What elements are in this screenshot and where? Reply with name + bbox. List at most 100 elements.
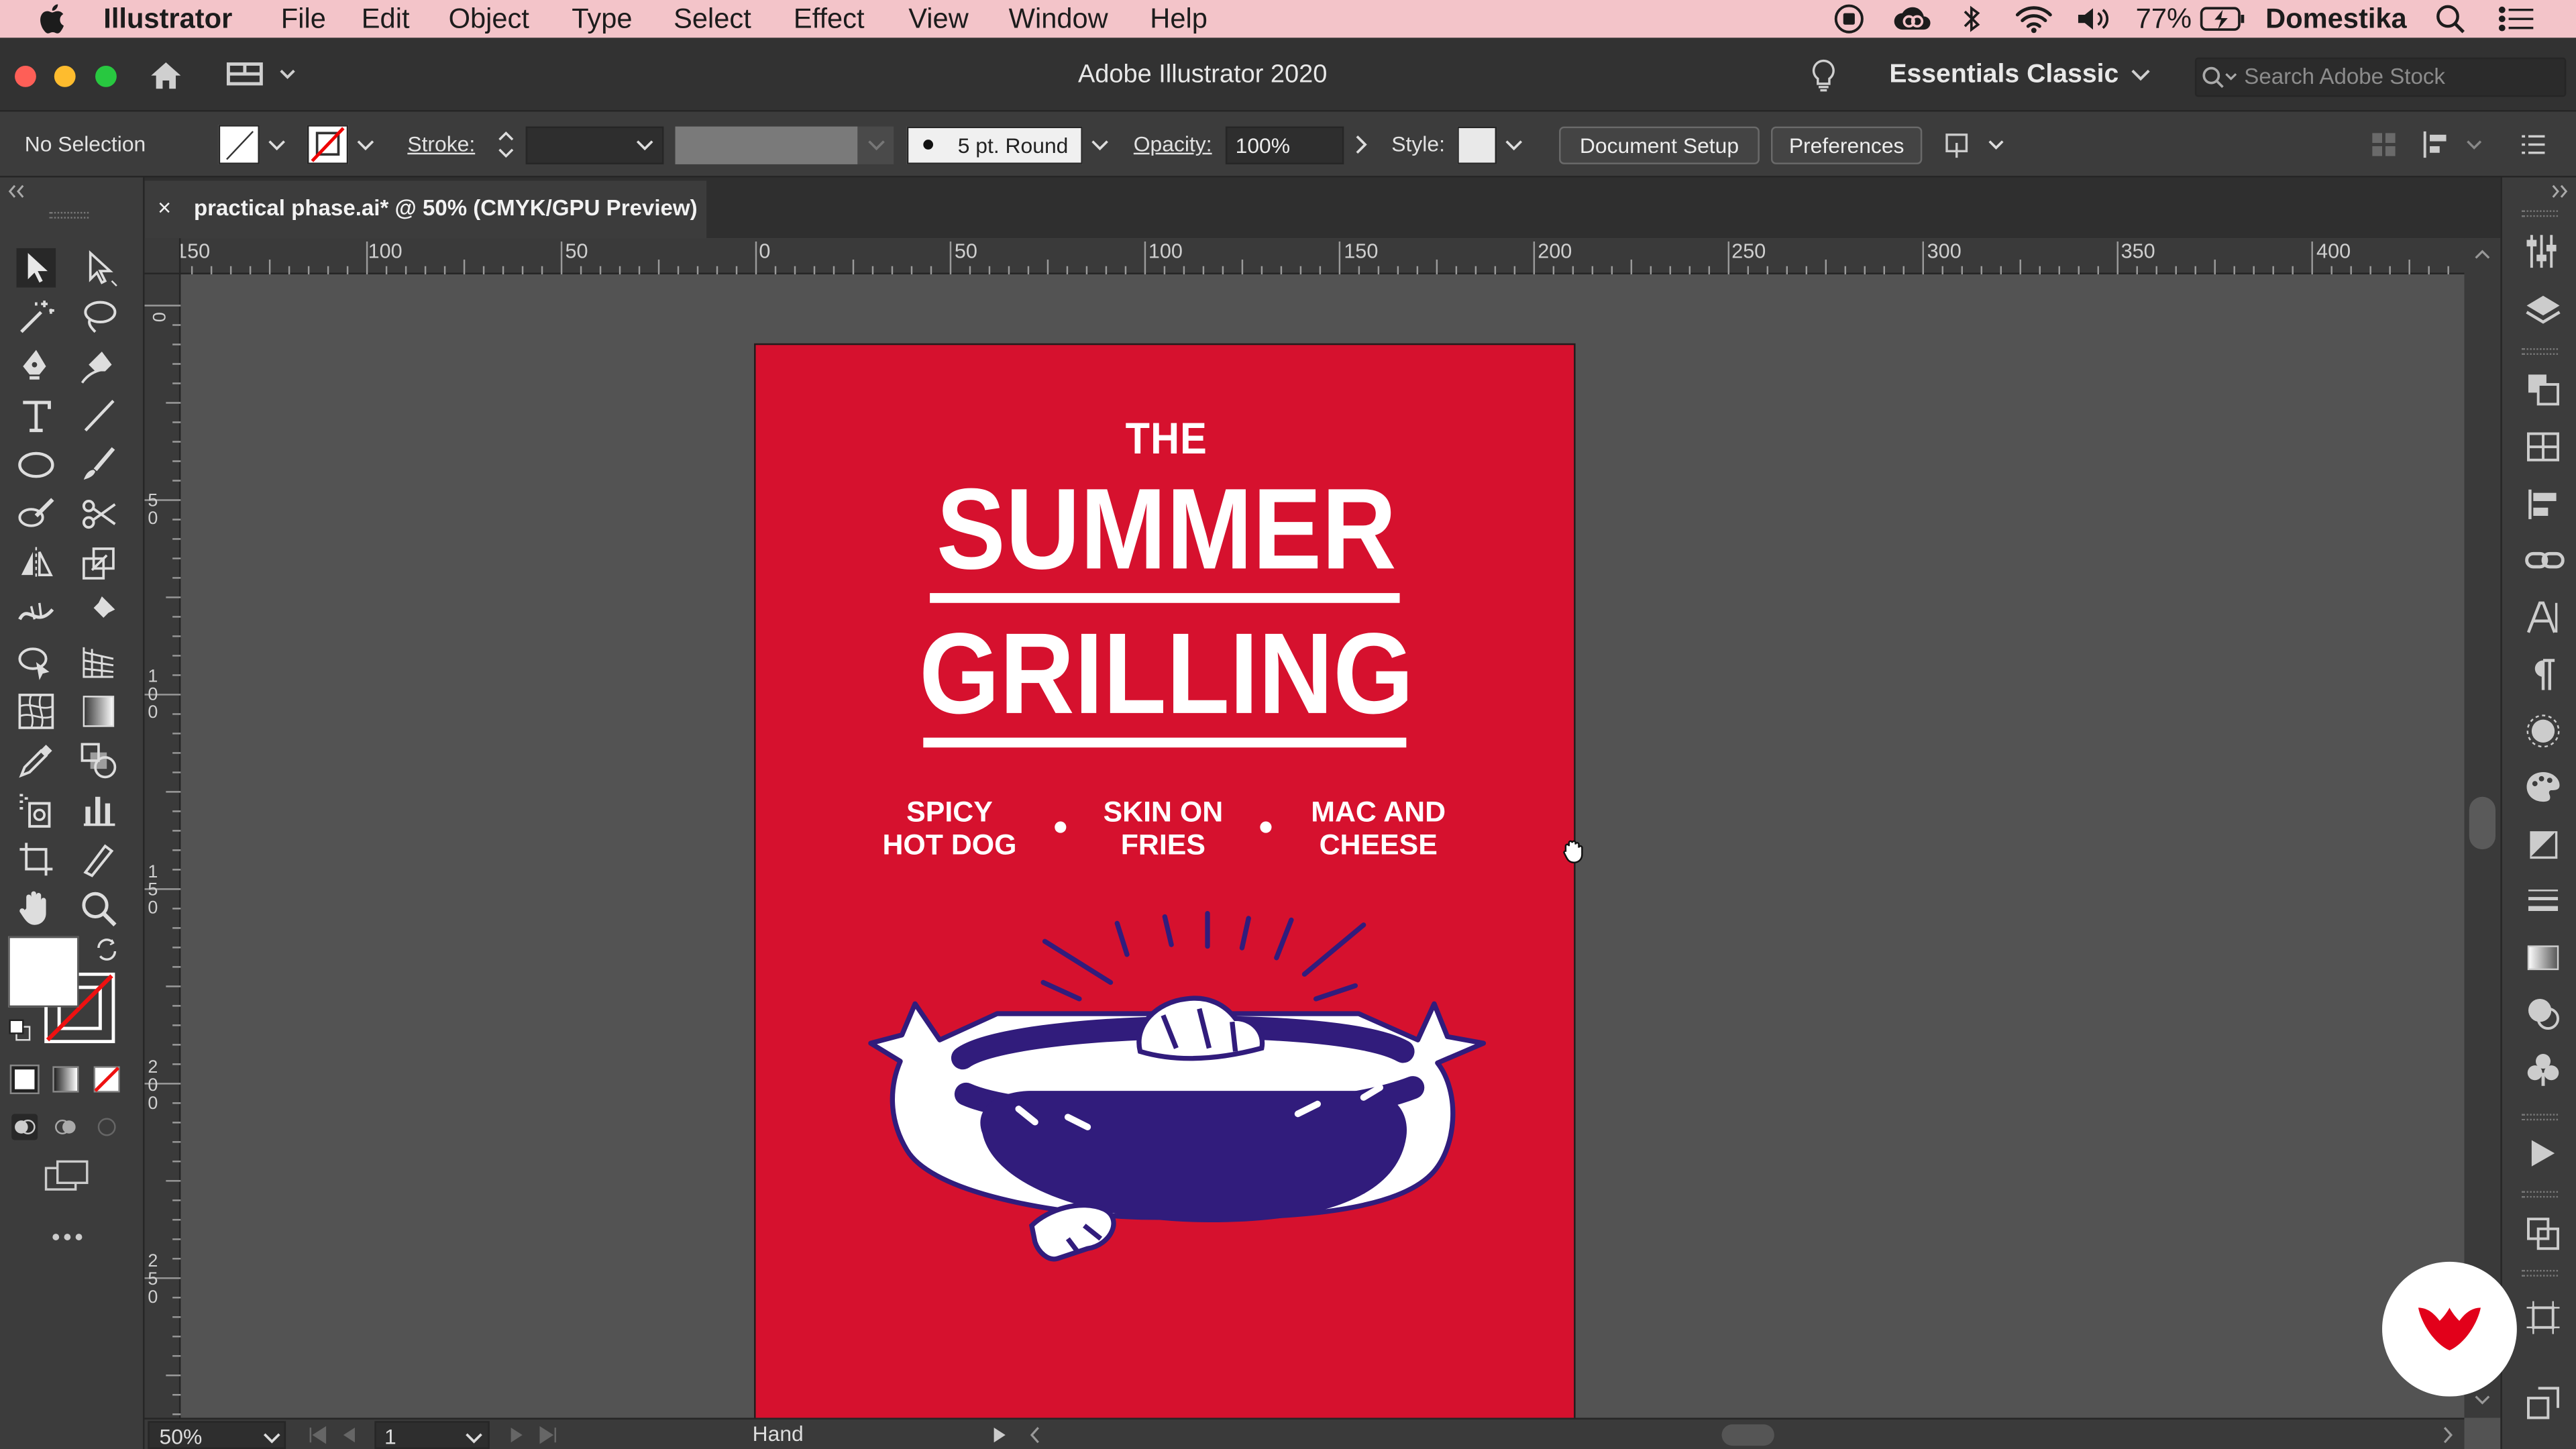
zoom-window-button[interactable] — [95, 65, 117, 87]
profile-dropdown[interactable] — [857, 126, 894, 164]
menubar-user[interactable]: Domestika — [2265, 0, 2407, 38]
workspace-chevron-down-icon[interactable] — [2131, 66, 2150, 82]
bluetooth-icon[interactable] — [1960, 3, 1985, 35]
panel-grip[interactable] — [2522, 210, 2559, 217]
scissors-tool-icon[interactable] — [79, 494, 119, 534]
screen-mode-icon[interactable] — [44, 1160, 91, 1193]
actions-panel-icon[interactable] — [2528, 1137, 2558, 1170]
draw-behind-icon[interactable] — [52, 1114, 78, 1140]
swap-fill-stroke-icon[interactable] — [95, 938, 118, 961]
slice-tool-icon[interactable] — [79, 839, 119, 879]
adobe-stock-search-field[interactable]: Search Adobe Stock — [2194, 57, 2567, 97]
volume-icon[interactable] — [2074, 3, 2113, 35]
shape-builder-tool-icon[interactable] — [16, 643, 56, 682]
curvature-tool-icon[interactable] — [79, 347, 119, 386]
properties-panel-icon[interactable] — [2525, 231, 2558, 271]
gradient-panel-icon[interactable] — [2525, 940, 2561, 976]
artboard-poster[interactable]: THE SUMMER GRILLING SPICY HOT DOG SKIN O… — [754, 343, 1576, 1428]
mesh-tool-icon[interactable] — [16, 692, 56, 731]
horizontal-scroll-thumb[interactable] — [1721, 1424, 1774, 1446]
puppet-warp-tool-icon[interactable] — [79, 593, 119, 633]
stroke-label[interactable]: Stroke: — [407, 112, 475, 178]
align-panel-icon[interactable] — [2525, 486, 2561, 523]
menu-view[interactable]: View — [908, 0, 969, 38]
layers-panel-icon[interactable] — [2525, 292, 2561, 329]
apple-icon[interactable] — [38, 3, 66, 35]
menu-edit[interactable]: Edit — [362, 0, 410, 38]
align-objects-icon[interactable] — [2422, 128, 2487, 161]
document-tab[interactable]: × practical phase.ai* @ 50% (CMYK/GPU Pr… — [144, 180, 707, 239]
style-chevron-down-icon[interactable] — [1505, 138, 1523, 153]
scroll-right-icon[interactable] — [2441, 1426, 2455, 1444]
hand-tool-icon[interactable] — [16, 889, 56, 928]
stroke-weight-field[interactable] — [525, 126, 664, 164]
gradient-mode-button[interactable] — [52, 1066, 79, 1093]
magic-wand-tool-icon[interactable] — [16, 297, 56, 337]
fill-color-front[interactable] — [8, 936, 79, 1008]
variable-width-profile[interactable] — [675, 126, 858, 164]
graphic-style-swatch[interactable] — [1457, 126, 1497, 164]
opacity-label[interactable]: Opacity: — [1134, 112, 1212, 178]
spotlight-search-icon[interactable] — [2434, 3, 2466, 35]
zoom-tool-icon[interactable] — [79, 889, 119, 928]
brush-chevron-down-icon[interactable] — [1091, 138, 1109, 153]
perspective-grid-tool-icon[interactable] — [79, 643, 119, 682]
menu-type[interactable]: Type — [572, 0, 632, 38]
panel-menu-icon[interactable] — [2520, 131, 2546, 158]
appearance-panel-icon[interactable] — [2525, 713, 2561, 749]
gradient-tool-icon[interactable] — [79, 692, 119, 731]
home-icon[interactable] — [148, 58, 184, 94]
scroll-up-icon[interactable] — [2474, 248, 2490, 262]
lasso-tool-icon[interactable] — [79, 297, 119, 337]
next-artboard-icon[interactable] — [509, 1426, 525, 1444]
brush-definition-field[interactable]: 5 pt. Round — [906, 126, 1083, 164]
color-panel-icon[interactable] — [2525, 996, 2561, 1032]
menu-app-name[interactable]: Illustrator — [103, 0, 232, 38]
wifi-icon[interactable] — [2014, 3, 2053, 35]
type-tool-icon[interactable] — [16, 396, 56, 435]
artboard-navigation-field[interactable]: 1 — [374, 1421, 490, 1449]
stroke-panel-icon[interactable] — [2525, 884, 2561, 920]
document-setup-button[interactable]: Document Setup — [1559, 126, 1760, 164]
draw-inside-icon[interactable] — [94, 1114, 120, 1140]
battery-charging-icon[interactable] — [2200, 5, 2246, 33]
panel-grip[interactable] — [2522, 348, 2559, 355]
panel-grip[interactable] — [2522, 1114, 2559, 1121]
align-grid-icon[interactable] — [2371, 131, 2397, 158]
lightbulb-icon[interactable] — [1807, 58, 1840, 94]
pen-tool-icon[interactable] — [16, 347, 56, 386]
minimize-window-button[interactable] — [54, 65, 76, 87]
column-graph-tool-icon[interactable] — [79, 790, 119, 830]
direct-selection-tool-icon[interactable] — [79, 248, 119, 288]
stroke-chevron-down-icon[interactable] — [356, 138, 374, 153]
vertical-ruler[interactable]: 0 50 100 150 200 250 — [144, 274, 181, 1418]
first-artboard-icon[interactable] — [307, 1426, 327, 1444]
fill-chevron-down-icon[interactable] — [268, 138, 286, 153]
preferences-button[interactable]: Preferences — [1771, 126, 1923, 164]
export-panel-icon[interactable] — [2525, 1385, 2561, 1421]
close-tab-icon[interactable]: × — [158, 180, 171, 235]
artboards-panel-icon[interactable] — [2525, 371, 2561, 407]
ellipse-tool-icon[interactable] — [16, 445, 56, 485]
menu-help[interactable]: Help — [1150, 0, 1208, 38]
artboard-tool-icon[interactable] — [16, 839, 56, 879]
pathfinder-panel-icon[interactable] — [2525, 1216, 2561, 1252]
none-mode-button[interactable] — [93, 1066, 120, 1093]
notification-center-icon[interactable] — [2497, 5, 2536, 33]
menu-window[interactable]: Window — [1009, 0, 1108, 38]
menu-file[interactable]: File — [281, 0, 326, 38]
shaper-tool-icon[interactable] — [16, 494, 56, 534]
vertical-scrollbar[interactable] — [2464, 238, 2501, 1418]
zoom-level-field[interactable]: 50% — [148, 1421, 286, 1449]
scale-tool-icon[interactable] — [79, 544, 119, 584]
symbol-sprayer-tool-icon[interactable] — [16, 790, 56, 830]
transform-options-icon[interactable] — [1942, 128, 2008, 161]
blend-tool-icon[interactable] — [79, 741, 119, 780]
expand-panels-icon[interactable] — [2550, 184, 2569, 199]
edit-toolbar-more-icon[interactable] — [51, 1230, 84, 1244]
panel-grip[interactable] — [2522, 1270, 2559, 1277]
status-menu-arrow-icon[interactable] — [992, 1426, 1007, 1444]
last-artboard-icon[interactable] — [539, 1426, 558, 1444]
panel-grip[interactable] — [49, 211, 89, 219]
scroll-down-icon[interactable] — [2474, 1393, 2490, 1407]
